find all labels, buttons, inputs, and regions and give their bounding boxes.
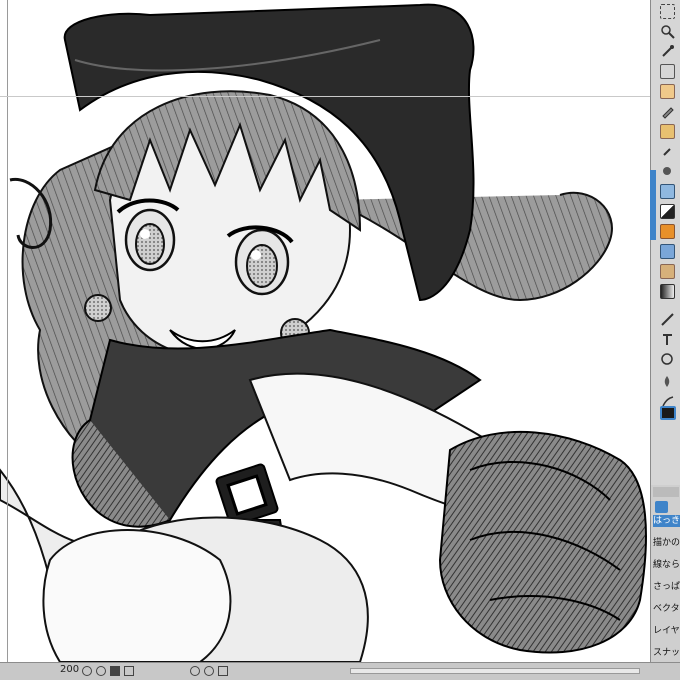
manga-artwork: [0, 3, 647, 662]
canvas-border-guide: [7, 0, 8, 662]
sub-tool-item[interactable]: はっきり: [653, 515, 680, 527]
zoom-out-icon[interactable]: [82, 666, 92, 676]
sub-tool-item[interactable]: 線ならず: [653, 559, 680, 571]
brush-tool-icon[interactable]: [660, 124, 675, 139]
gradient-tool-icon[interactable]: [660, 244, 675, 259]
selection-tool-icon[interactable]: [660, 4, 675, 19]
move-tool-icon[interactable]: [660, 24, 675, 39]
horizontal-scrollbar[interactable]: [350, 668, 640, 674]
zoom-in-icon[interactable]: [96, 666, 106, 676]
sub-tool-icon[interactable]: [655, 501, 668, 513]
eraser-tool-icon[interactable]: [660, 184, 675, 199]
actual-size-icon[interactable]: [124, 666, 134, 676]
figure-tool-icon[interactable]: [660, 264, 675, 279]
ruler-guide-line: [0, 96, 650, 97]
tool-palette: [650, 0, 680, 485]
rotate-left-icon[interactable]: [190, 666, 200, 676]
flip-icon[interactable]: [218, 666, 228, 676]
decoration-tool-icon[interactable]: [660, 164, 675, 179]
rotate-right-icon[interactable]: [204, 666, 214, 676]
panel-header[interactable]: [653, 487, 679, 497]
balloon-tool-icon[interactable]: [660, 352, 675, 367]
sub-tool-item[interactable]: ベクター: [653, 603, 680, 615]
status-bar: 200: [0, 662, 680, 680]
blend-tool-icon[interactable]: [660, 204, 675, 219]
pen-tool-icon[interactable]: [660, 84, 675, 99]
auto-select-icon[interactable]: [660, 44, 675, 59]
tool-palette-scrollbar[interactable]: [650, 170, 656, 240]
ruler-tool-icon[interactable]: [660, 312, 675, 327]
correct-line-tool-icon[interactable]: [660, 374, 675, 389]
sub-tool-item[interactable]: 描かの下: [653, 537, 680, 549]
sub-tool-item[interactable]: レイヤー: [653, 625, 680, 637]
drawing-canvas[interactable]: [0, 0, 650, 662]
frame-tool-icon[interactable]: [660, 284, 675, 299]
sub-tool-item[interactable]: さっぱり: [653, 581, 680, 593]
text-tool-icon[interactable]: [660, 332, 675, 347]
airbrush-tool-icon[interactable]: [660, 144, 675, 159]
zoom-level[interactable]: 200: [60, 664, 79, 675]
sub-tool-item[interactable]: スナップ: [653, 647, 680, 659]
fit-view-icon[interactable]: [110, 666, 120, 676]
eyedropper-icon[interactable]: [660, 64, 675, 79]
pencil-tool-icon[interactable]: [660, 104, 675, 119]
main-color-icon[interactable]: [660, 406, 676, 420]
sub-tool-panel: はっきり 描かの下 線ならず さっぱり ベクター レイヤー スナップ: [650, 485, 680, 662]
fill-tool-icon[interactable]: [660, 224, 675, 239]
